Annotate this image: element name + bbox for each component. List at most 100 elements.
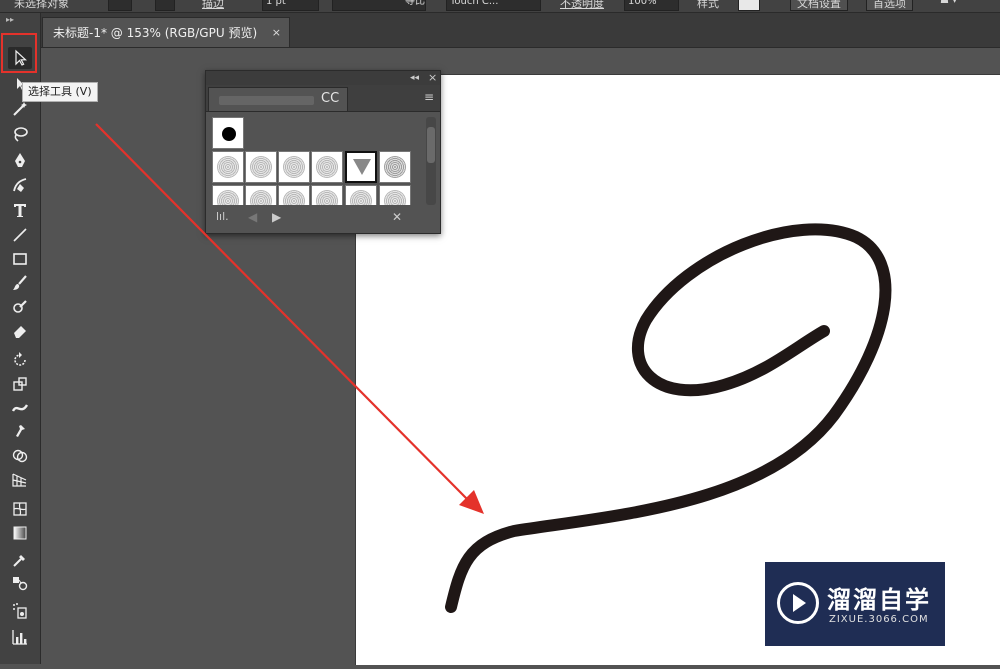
brush-swatch[interactable] — [379, 185, 411, 205]
curvature-icon — [13, 178, 27, 192]
preferences-button[interactable]: 首选项 — [866, 0, 913, 11]
brush-library-icon[interactable]: lıl. — [216, 210, 229, 223]
panel-grip-icon[interactable]: ▸▸ — [6, 15, 14, 24]
style-swatch[interactable] — [738, 0, 760, 11]
puppet-warp-tool[interactable] — [8, 421, 32, 443]
blend-tool[interactable] — [8, 572, 32, 594]
panel-tab-row: CC ≡ — [206, 85, 440, 112]
curvature-tool[interactable] — [8, 174, 32, 196]
pen-tool[interactable] — [8, 149, 32, 171]
rotate-tool[interactable] — [8, 349, 32, 371]
line-tool[interactable] — [8, 224, 32, 246]
eraser-tool[interactable] — [8, 320, 32, 342]
tools-panel: ▸▸ — [0, 13, 41, 664]
selection-status: 未选择对象 — [14, 0, 69, 10]
paintbrush-tool[interactable] — [8, 272, 32, 294]
shape-builder-tool[interactable] — [8, 445, 32, 467]
brushes-panel: ◂◂ × CC ≡ lıl. ◀ ▶ ✕ — [205, 70, 441, 234]
pen-icon — [15, 153, 25, 167]
stroke-label[interactable]: 描边 — [202, 0, 224, 11]
brush-swatch[interactable] — [311, 151, 343, 183]
tooltip: 选择工具 (V) — [22, 82, 98, 102]
style-label: 样式 — [697, 0, 719, 10]
brush-swatch[interactable] — [278, 185, 310, 205]
document-tab-bar: 未标题-1* @ 153% (RGB/GPU 预览) × — [0, 13, 1000, 48]
panel-footer: lıl. ◀ ▶ ✕ — [206, 207, 440, 231]
rotate-icon — [14, 352, 26, 366]
next-arrow-icon[interactable]: ▶ — [272, 210, 281, 224]
arrange-icon[interactable]: ☗ ▾ — [940, 0, 957, 6]
tab-name-blurred — [219, 96, 314, 105]
document-setup-button[interactable]: 文档设置 — [790, 0, 848, 11]
document-tab[interactable]: 未标题-1* @ 153% (RGB/GPU 预览) × — [42, 17, 290, 47]
symbol-sprayer-icon — [13, 603, 27, 619]
scale-tool[interactable] — [8, 373, 32, 395]
eyedropper-icon — [13, 555, 25, 567]
scale-icon — [13, 377, 27, 391]
round-brush-icon — [222, 127, 236, 141]
selection-tool-highlight — [1, 33, 37, 73]
remove-brush-icon[interactable]: ✕ — [392, 210, 402, 224]
magic-wand-icon — [13, 102, 27, 116]
prev-arrow-icon[interactable]: ◀ — [248, 210, 257, 224]
collapse-panel-icon[interactable]: ◂◂ — [410, 71, 419, 85]
rectangle-icon — [13, 253, 27, 265]
brush-definition[interactable]: Touch C... — [446, 0, 541, 11]
brush-stroke-artwork[interactable] — [445, 223, 892, 613]
control-bar: 未选择对象 描边 1 pt 等比 Touch C... 不透明度 100% 样式… — [0, 0, 1000, 13]
rectangle-tool[interactable] — [8, 248, 32, 270]
shape-builder-icon — [12, 449, 28, 463]
symbol-sprayer-tool[interactable] — [8, 600, 32, 622]
blob-brush-icon — [13, 300, 27, 313]
width-icon — [11, 404, 29, 412]
brush-swatch[interactable] — [212, 185, 244, 205]
panel-menu-icon[interactable]: ≡ — [424, 91, 434, 103]
type-icon — [14, 204, 26, 217]
play-logo-icon — [777, 582, 819, 624]
paintbrush-icon — [13, 275, 27, 290]
lasso-icon — [14, 127, 28, 142]
brush-swatch[interactable] — [245, 151, 277, 183]
brush-swatch-selected[interactable] — [345, 151, 377, 183]
brushes-tab-label: CC — [321, 91, 340, 106]
brush-scrollbar[interactable] — [426, 117, 436, 205]
brush-swatch[interactable] — [245, 185, 277, 205]
line-icon — [13, 228, 27, 242]
column-graph-tool[interactable] — [8, 626, 32, 648]
opacity-label[interactable]: 不透明度 — [560, 0, 604, 11]
column-graph-icon — [12, 630, 27, 645]
width-tool[interactable] — [8, 397, 32, 419]
opacity-field[interactable]: 100% — [624, 0, 679, 11]
puppet-warp-icon — [16, 425, 25, 437]
lasso-tool[interactable] — [8, 123, 32, 145]
close-panel-icon[interactable]: × — [428, 71, 437, 85]
document-tab-title: 未标题-1* @ 153% (RGB/GPU 预览) — [53, 26, 258, 40]
brushes-tab[interactable]: CC — [208, 87, 348, 111]
stroke-swatch[interactable] — [155, 0, 175, 11]
brush-swatch-basic[interactable] — [212, 117, 244, 149]
perspective-grid-icon — [12, 473, 27, 487]
close-tab-icon[interactable]: × — [272, 18, 281, 48]
brush-swatch[interactable] — [278, 151, 310, 183]
eraser-icon — [14, 326, 26, 338]
blend-icon — [13, 577, 28, 591]
variable-width-profile[interactable]: 等比 — [332, 0, 426, 11]
brush-swatch[interactable] — [311, 185, 343, 205]
brush-swatch[interactable] — [345, 185, 377, 205]
brush-swatch[interactable] — [212, 151, 244, 183]
gradient-tool[interactable] — [8, 522, 32, 544]
perspective-grid-tool[interactable] — [8, 469, 32, 491]
stroke-weight-field[interactable]: 1 pt — [262, 0, 319, 11]
mesh-icon — [13, 502, 27, 516]
blob-brush-tool[interactable] — [8, 296, 32, 318]
brush-swatch[interactable] — [379, 151, 411, 183]
mesh-tool[interactable] — [8, 498, 32, 520]
watermark-title: 溜溜自学 — [827, 586, 931, 614]
gradient-icon — [13, 526, 27, 540]
scroll-thumb[interactable] — [427, 127, 435, 163]
watermark-subtitle: ZIXUE.3066.COM — [829, 614, 929, 625]
fill-swatch[interactable] — [108, 0, 132, 11]
type-tool[interactable] — [8, 199, 32, 221]
eyedropper-tool[interactable] — [8, 549, 32, 571]
panel-header[interactable]: ◂◂ × — [206, 71, 440, 85]
